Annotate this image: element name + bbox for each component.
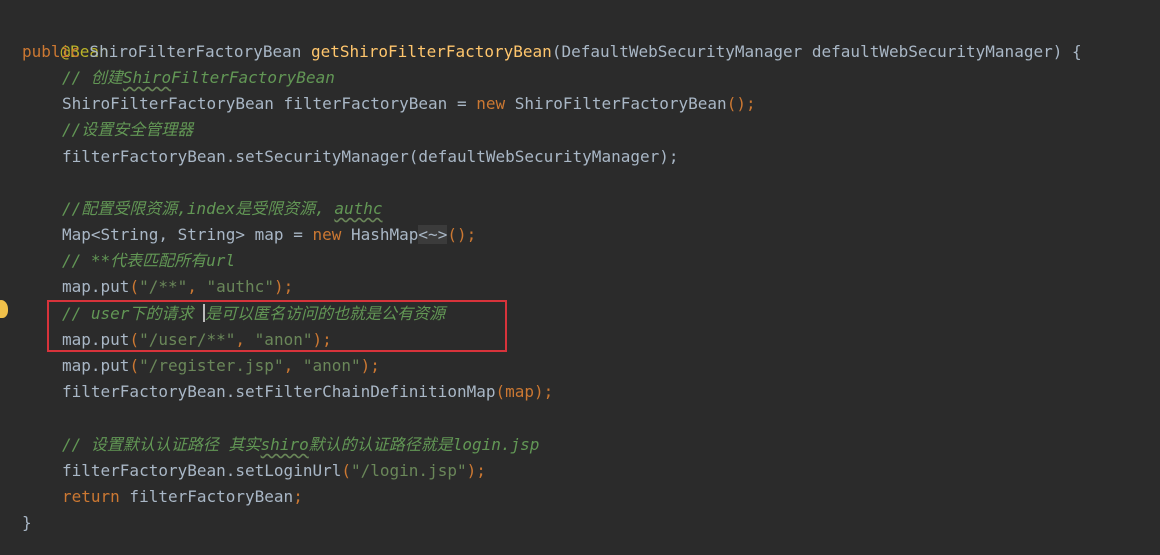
code-line-8: //配置受限资源,index是受限资源, authc [62, 196, 383, 222]
code-line-10: // **代表匹配所有url [62, 248, 235, 274]
punct-token: , [187, 277, 207, 296]
code-line-3: // 创建ShiroFilterFactoryBean [62, 65, 335, 91]
code-token: filterFactoryBean.setFilterChainDefiniti… [62, 382, 496, 401]
comment-underlined-token: shiro [260, 435, 309, 454]
punct-token: ( [129, 356, 140, 375]
punct-token: (map); [495, 382, 554, 401]
keyword-token: return [62, 487, 120, 506]
code-line-6: filterFactoryBean.setSecurityManager(def… [62, 144, 679, 170]
diamond-token: <~> [418, 225, 448, 244]
comment-token: 默认的认证路径就是login.jsp [308, 435, 540, 454]
code-token: map.put [62, 277, 130, 296]
code-editor[interactable]: @Bean public ShiroFilterFactoryBean getS… [0, 0, 1160, 555]
comment-token: // 创建 [62, 68, 123, 87]
closing-brace-token: } [22, 513, 32, 532]
keyword-token: new [312, 225, 342, 244]
punct-token: ); [466, 461, 486, 480]
string-token: "anon" [302, 356, 361, 375]
code-token: Map<String, String> map = [62, 225, 313, 244]
comment-token: FilterFactoryBean [171, 68, 335, 87]
red-highlight-box [47, 300, 507, 352]
comment-underlined-token: authc [334, 199, 383, 218]
method-name-token: getShiroFilterFactoryBean [310, 42, 552, 61]
type-token: ShiroFilterFactoryBean [79, 42, 311, 61]
punct-token: ); [273, 277, 294, 296]
comment-underlined-token: Shiro [122, 68, 172, 87]
code-token: filterFactoryBean [119, 487, 294, 506]
comment-token: //配置受限资源,index是受限资源, [62, 199, 335, 218]
code-token: filterFactoryBean.setSecurityManager [62, 147, 409, 166]
code-token: ShiroFilterFactoryBean filterFactoryBean… [62, 94, 477, 113]
punct-token: ; [293, 487, 303, 506]
string-token: "authc" [206, 277, 274, 296]
code-line-14: map.put("/register.jsp", "anon"); [62, 353, 380, 379]
params-token: (DefaultWebSecurityManager defaultWebSec… [551, 42, 1082, 61]
comment-token: //设置安全管理器 [62, 120, 194, 139]
code-line-4: ShiroFilterFactoryBean filterFactoryBean… [62, 91, 756, 117]
punct-token: (); [447, 225, 477, 244]
code-line-17: // 设置默认认证路径 其实shiro默认的认证路径就是login.jsp [62, 432, 539, 458]
code-token: (defaultWebSecurityManager); [408, 147, 679, 166]
code-line-11: map.put("/**", "authc"); [62, 274, 293, 300]
punct-token: ( [341, 461, 351, 480]
code-token: ShiroFilterFactoryBean [505, 94, 727, 113]
code-line-5: //设置安全管理器 [62, 117, 193, 143]
code-line-1: @Bean [22, 13, 109, 61]
code-line-9: Map<String, String> map = new HashMap<~>… [62, 222, 476, 248]
string-token: "/login.jsp" [351, 461, 467, 480]
code-token: filterFactoryBean.setLoginUrl [62, 461, 342, 480]
code-token: HashMap [341, 225, 419, 244]
comment-token: // 设置默认认证路径 其实 [62, 435, 261, 454]
code-line-15: filterFactoryBean.setFilterChainDefiniti… [62, 379, 553, 405]
keyword-token: public [22, 42, 80, 61]
comment-token: // **代表匹配所有url [62, 251, 236, 270]
punct-token: ( [129, 277, 140, 296]
punct-token: , [283, 356, 303, 375]
code-line-19: return filterFactoryBean; [62, 484, 303, 510]
string-token: "/register.jsp" [139, 356, 284, 375]
code-line-18: filterFactoryBean.setLoginUrl("/login.js… [62, 458, 486, 484]
code-token: map.put [62, 356, 130, 375]
punct-token: (); [726, 94, 756, 113]
lightbulb-icon[interactable] [0, 300, 8, 318]
code-line-2: public ShiroFilterFactoryBean getShiroFi… [22, 39, 1082, 65]
keyword-token: new [476, 94, 506, 113]
punct-token: ); [360, 356, 380, 375]
string-token: "/**" [139, 277, 188, 296]
code-line-20: } [22, 510, 32, 536]
